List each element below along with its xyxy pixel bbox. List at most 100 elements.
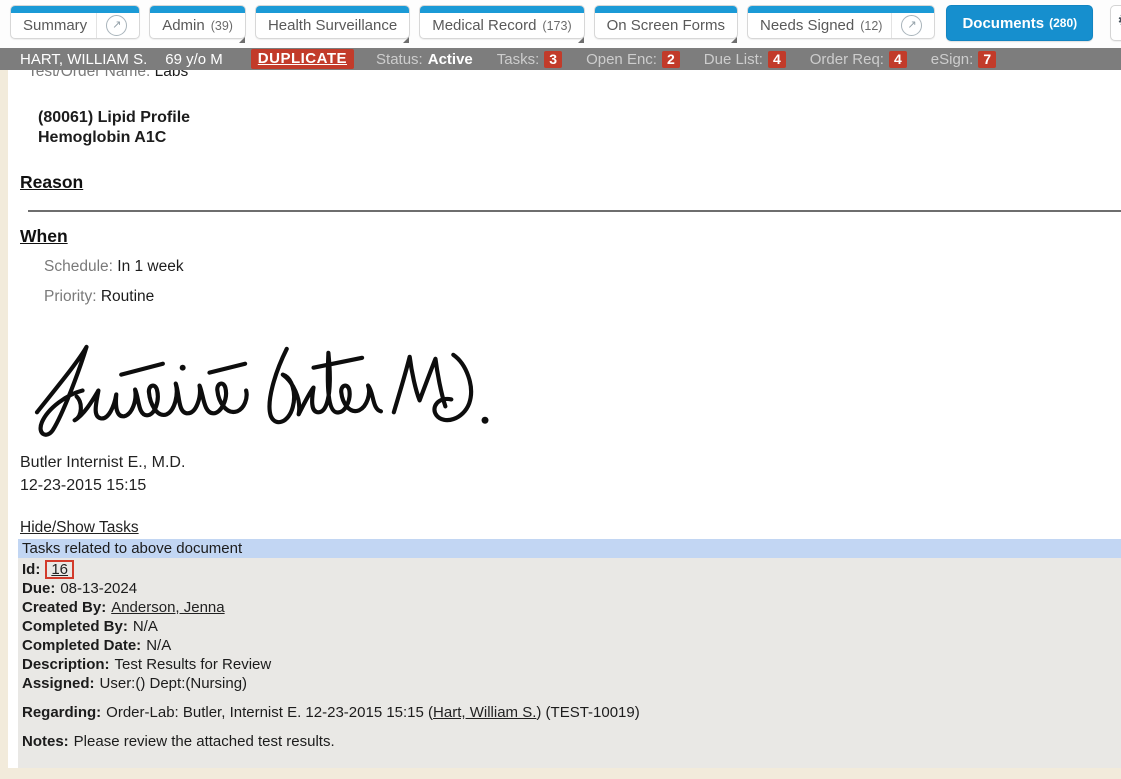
- task-notes-value: Please review the attached test results.: [74, 733, 335, 750]
- task-completed-date-value: N/A: [146, 637, 171, 654]
- tab-health-surveillance-label: Health Surveillance: [268, 17, 397, 34]
- tab-medical-record-count: (173): [542, 19, 571, 33]
- task-field-id: Id: 16: [22, 560, 1111, 579]
- tab-strip: Summary ↗ Admin (39) Health Surveillance…: [0, 5, 1121, 41]
- task-description-value: Test Results for Review: [115, 656, 272, 673]
- task-field-due: Due:08-13-2024: [22, 579, 1111, 598]
- due-list-counter-badge[interactable]: 4: [768, 51, 786, 68]
- patient-name: HART, WILLIAM S.: [20, 51, 147, 68]
- tab-admin-label: Admin: [162, 17, 205, 34]
- open-enc-counter[interactable]: Open Enc: 2: [586, 51, 680, 68]
- tab-accent-bar: [595, 6, 737, 13]
- open-enc-counter-label: Open Enc:: [586, 51, 657, 68]
- ordered-test-item: (80061) Lipid Profile: [38, 108, 1121, 128]
- tab-summary-label: Summary: [23, 17, 87, 34]
- schedule-row: Schedule: In 1 week: [44, 257, 1121, 277]
- task-regarding-label: Regarding:: [22, 704, 101, 721]
- test-order-value: Labs: [155, 70, 189, 80]
- duplicate-badge[interactable]: DUPLICATE: [251, 49, 354, 69]
- task-field-completed-by: Completed By: N/A: [22, 617, 1111, 636]
- task-assigned-label: Assigned:: [22, 675, 95, 692]
- tab-needs-signed[interactable]: Needs Signed (12) ↗: [747, 5, 935, 39]
- tab-medical-record[interactable]: Medical Record (173): [419, 5, 584, 39]
- schedule-value: In 1 week: [117, 258, 183, 275]
- popout-arrow-glyph: ↗: [907, 20, 916, 31]
- tab-admin[interactable]: Admin (39): [149, 5, 246, 39]
- tasks-counter-badge[interactable]: 3: [544, 51, 562, 68]
- page-frame: Test/Order Name: Labs (80061) Lipid Prof…: [0, 70, 1121, 779]
- tab-needs-signed-extra: ↗: [891, 13, 922, 38]
- ordered-test-item: Hemoglobin A1C: [38, 128, 1121, 148]
- task-completed-by-value: N/A: [133, 618, 158, 635]
- task-id-link[interactable]: 16: [51, 561, 68, 578]
- tab-accent-bar: [11, 6, 139, 13]
- schedule-label: Schedule:: [44, 258, 113, 275]
- tab-summary-extra: ↗: [96, 13, 127, 38]
- tab-summary[interactable]: Summary ↗: [10, 5, 140, 39]
- task-field-description: Description: Test Results for Review: [22, 655, 1111, 674]
- priority-label: Priority:: [44, 288, 97, 305]
- task-field-notes: Notes: Please review the attached test re…: [22, 732, 1111, 751]
- task-regarding-prefix: Order-Lab: Butler, Internist E. 12-23-20…: [106, 704, 433, 721]
- tab-documents-active[interactable]: Documents (280): [946, 5, 1093, 41]
- test-order-label: Test/Order Name:: [28, 70, 150, 80]
- signer-name: Butler Internist E., M.D.: [20, 451, 1121, 474]
- task-assigned-value: User:() Dept:(Nursing): [100, 675, 248, 692]
- tab-health-surveillance[interactable]: Health Surveillance: [255, 5, 410, 39]
- tab-medical-record-label: Medical Record: [432, 17, 536, 34]
- task-created-by-link[interactable]: Anderson, Jenna: [111, 599, 224, 616]
- order-req-counter[interactable]: Order Req: 4: [810, 51, 907, 68]
- esign-counter[interactable]: eSign: 7: [931, 51, 996, 68]
- task-field-assigned: Assigned: User:() Dept:(Nursing): [22, 674, 1111, 693]
- settings-button[interactable]: ⚙ ⚙: [1110, 5, 1121, 41]
- task-notes-label: Notes:: [22, 733, 69, 750]
- popout-arrow-glyph: ↗: [112, 20, 121, 31]
- tab-needs-signed-count: (12): [860, 19, 882, 33]
- tasks-counter-label: Tasks:: [497, 51, 540, 68]
- esign-counter-badge[interactable]: 7: [978, 51, 996, 68]
- order-req-counter-label: Order Req:: [810, 51, 884, 68]
- popout-arrow-icon[interactable]: ↗: [106, 15, 127, 36]
- status-value: Active: [428, 51, 473, 68]
- patient-age-sex: 69 y/o M: [165, 51, 223, 68]
- task-completed-by-label: Completed By:: [22, 618, 128, 635]
- tasks-panel-body: Id: 16 Due:08-13-2024 Created By:Anderson…: [18, 558, 1121, 768]
- esign-counter-label: eSign:: [931, 51, 974, 68]
- tab-accent-bar: [150, 6, 245, 13]
- tasks-counter[interactable]: Tasks: 3: [497, 51, 562, 68]
- patient-banner: HART, WILLIAM S. 69 y/o M DUPLICATE Stat…: [0, 48, 1121, 70]
- tab-on-screen-forms[interactable]: On Screen Forms: [594, 5, 738, 39]
- priority-row: Priority: Routine: [44, 287, 1121, 307]
- popout-arrow-icon[interactable]: ↗: [901, 15, 922, 36]
- order-req-counter-badge[interactable]: 4: [889, 51, 907, 68]
- when-heading: When: [20, 226, 1121, 247]
- dropdown-corner-icon[interactable]: [403, 37, 409, 43]
- status-label: Status:: [376, 51, 423, 68]
- task-regarding-patient-link[interactable]: Hart, William S.: [433, 704, 536, 721]
- handwritten-signature-image: [26, 333, 494, 447]
- task-description-label: Description:: [22, 656, 110, 673]
- tab-accent-bar: [420, 6, 583, 13]
- task-id-label: Id:: [22, 561, 40, 578]
- task-regarding-suffix: ) (TEST-10019): [536, 704, 639, 721]
- tab-on-screen-forms-label: On Screen Forms: [607, 17, 725, 34]
- open-enc-counter-badge[interactable]: 2: [662, 51, 680, 68]
- dropdown-corner-icon[interactable]: [731, 37, 737, 43]
- task-completed-date-label: Completed Date:: [22, 637, 141, 654]
- tasks-panel: Tasks related to above document Id: 16 Du…: [18, 539, 1121, 768]
- dropdown-corner-icon[interactable]: [578, 37, 584, 43]
- tasks-panel-header: Tasks related to above document: [18, 539, 1121, 558]
- task-id-highlight-box: 16: [45, 560, 74, 579]
- tab-documents-count: (280): [1049, 16, 1077, 30]
- task-field-completed-date: Completed Date: N/A: [22, 636, 1111, 655]
- tab-accent-bar: [748, 6, 934, 13]
- due-list-counter[interactable]: Due List: 4: [704, 51, 786, 68]
- reason-heading: Reason: [20, 172, 1121, 193]
- hide-show-tasks-link[interactable]: Hide/Show Tasks: [20, 519, 139, 537]
- task-field-created-by: Created By:Anderson, Jenna: [22, 598, 1111, 617]
- top-tab-bar: Summary ↗ Admin (39) Health Surveillance…: [0, 0, 1121, 48]
- tab-documents-label: Documents: [962, 15, 1044, 32]
- priority-value: Routine: [101, 288, 154, 305]
- section-divider: [28, 210, 1121, 212]
- dropdown-corner-icon[interactable]: [239, 37, 245, 43]
